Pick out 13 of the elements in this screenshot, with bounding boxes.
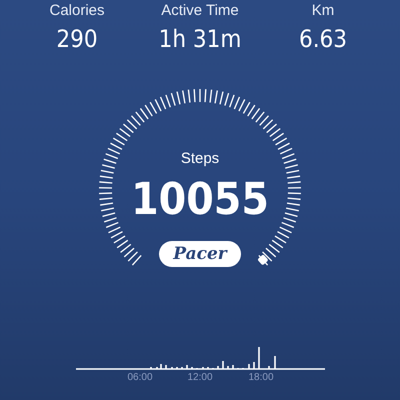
stat-value: 6.63 xyxy=(298,24,348,54)
logo-badge: Pacer xyxy=(159,241,241,267)
time-label: 12:00 xyxy=(187,372,213,383)
steps-label: Steps xyxy=(180,149,220,169)
stat-label: Active Time xyxy=(161,1,239,21)
stat-value: 1h 31m xyxy=(158,24,242,54)
steps-count: 10055 xyxy=(131,175,269,225)
gauge-knob xyxy=(257,254,269,266)
stat-label: Calories xyxy=(49,1,105,21)
time-label: 06:00 xyxy=(127,372,153,383)
time-label: 18:00 xyxy=(248,372,274,383)
stat-label: Km xyxy=(312,1,334,21)
stat-value: 290 xyxy=(56,24,98,54)
